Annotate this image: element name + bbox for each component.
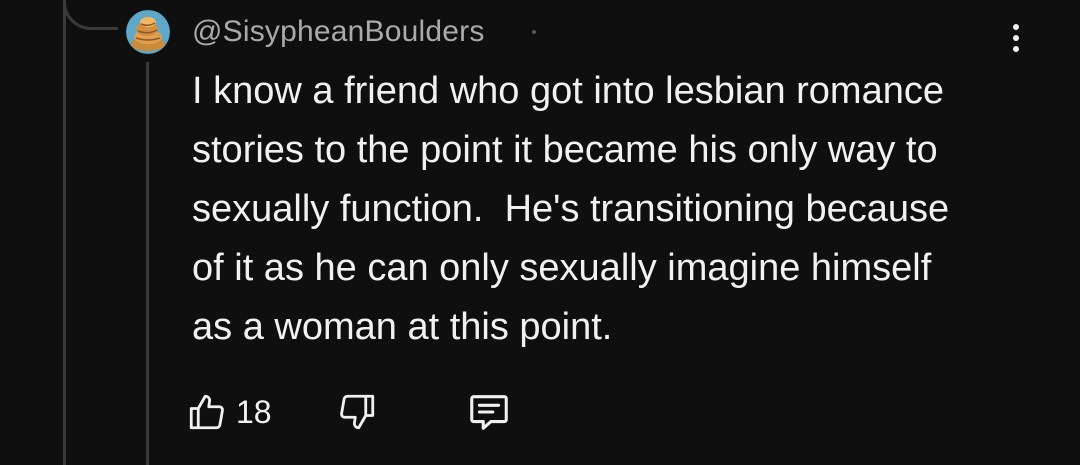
reply-thread-line <box>146 62 149 465</box>
thumbs-down-icon <box>340 394 375 430</box>
comment-text: I know a friend who got into lesbian rom… <box>192 62 1032 357</box>
handle-separator <box>532 30 536 34</box>
thumbs-up-icon <box>189 394 224 430</box>
comment-line: stories to the point it became his only … <box>192 129 938 171</box>
thread-connector <box>63 0 118 30</box>
more-vertical-icon <box>1013 24 1019 30</box>
like-count: 18 <box>236 393 272 430</box>
reply-button[interactable] <box>466 388 512 436</box>
avatar-icon <box>126 10 170 54</box>
comment-author-handle[interactable]: @SisypheanBoulders <box>192 14 485 50</box>
thread-line <box>63 0 66 465</box>
dislike-button[interactable] <box>336 388 378 436</box>
comment-icon <box>470 395 508 430</box>
comment-line: sexually function. He's transitioning be… <box>192 188 950 230</box>
comment-line: as a woman at this point. <box>192 306 613 348</box>
like-button[interactable]: 18 <box>186 388 272 436</box>
avatar[interactable] <box>126 10 170 54</box>
comment-line: I know a friend who got into lesbian rom… <box>192 70 944 112</box>
more-options-button[interactable] <box>1000 18 1032 58</box>
comment-line: of it as he can only sexually imagine hi… <box>192 247 932 289</box>
